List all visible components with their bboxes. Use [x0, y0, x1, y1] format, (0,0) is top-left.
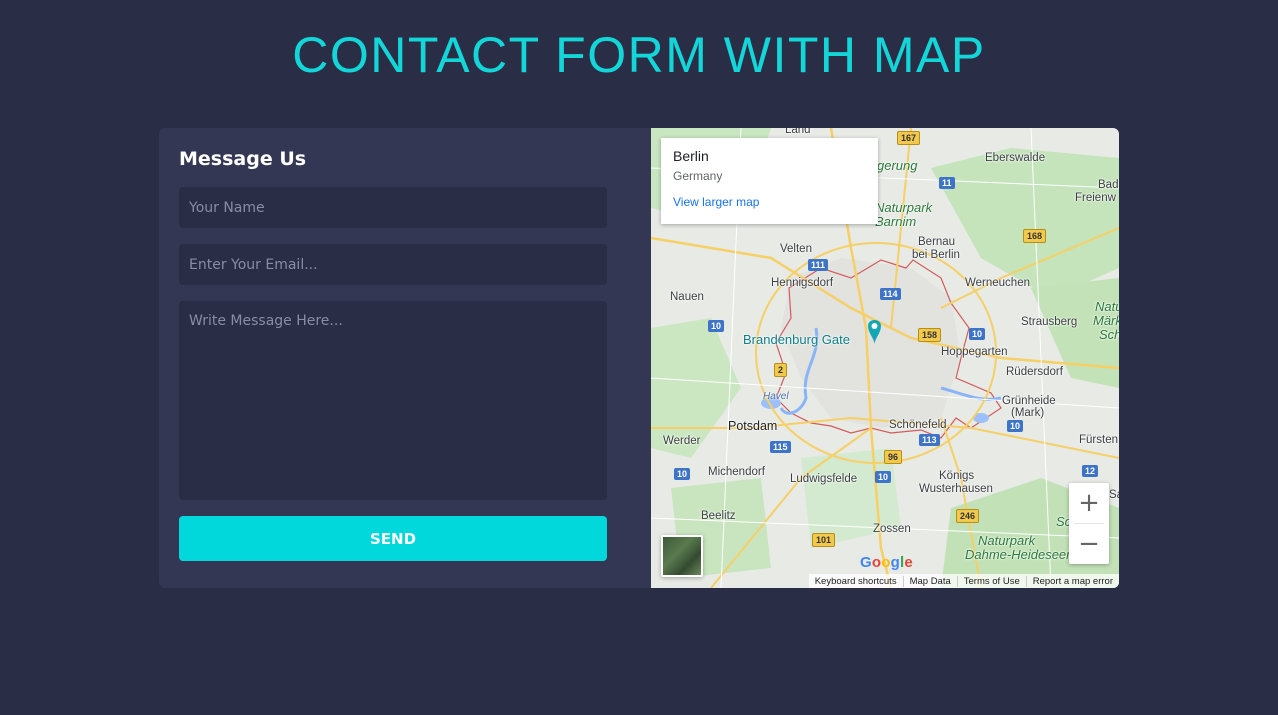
map-label-rudersdorf: Rüdersdorf [1006, 366, 1063, 378]
email-input[interactable] [179, 244, 607, 285]
map-label-natu: Natu [1095, 299, 1119, 314]
road-shield: 158 [918, 328, 942, 342]
map-label-naturpark-dahme: Naturpark [978, 533, 1036, 548]
road-shield: 167 [897, 131, 921, 145]
map-info-box: Berlin Germany View larger map [661, 138, 878, 224]
map-label-konigs: Königs [939, 470, 975, 482]
road-shield: 168 [1023, 229, 1047, 243]
map-label-werder: Werder [663, 435, 701, 447]
terms-of-use-link[interactable]: Terms of Use [956, 575, 1026, 587]
info-country: Germany [673, 169, 723, 183]
map-embed[interactable]: Land Eberswalde Bad Freienw gerung Natur… [651, 128, 1119, 588]
road-shield: 114 [880, 288, 901, 300]
map-label-mar: Märk [1093, 313, 1119, 328]
map-label-eberswalde: Eberswalde [985, 152, 1046, 164]
map-label-wusterhausen: Wusterhausen [919, 483, 993, 495]
zoom-controls: + − [1069, 483, 1109, 564]
road-shield: 11 [939, 177, 955, 189]
map-label-michendorf: Michendorf [708, 466, 765, 478]
road-shield: 2 [774, 363, 788, 377]
contact-card: Message Us SEND [159, 128, 1119, 588]
contact-form: Message Us SEND [179, 148, 607, 561]
road-shield: 10 [969, 328, 986, 340]
map-label-land: Land [785, 128, 811, 136]
map-label-sch: Sch [1099, 327, 1119, 342]
map-label-potsdam: Potsdam [728, 419, 778, 433]
map-label-dahme-heideseen: Dahme-Heideseen [965, 547, 1074, 562]
map-label-beelitz: Beelitz [701, 510, 736, 522]
map-label-brandenburg-gate[interactable]: Brandenburg Gate [743, 332, 850, 347]
map-label-bernau: Bernau [918, 236, 956, 248]
page-title: CONTACT FORM WITH MAP [292, 27, 986, 83]
map-label-gerung: gerung [877, 158, 918, 173]
road-shield: 10 [708, 320, 725, 332]
info-city: Berlin [673, 148, 709, 164]
map-label-fursten: Fürsten [1079, 434, 1118, 446]
google-logo: Google [860, 554, 913, 571]
map-label-barnim: Barnim [875, 214, 917, 229]
map-attribution: Keyboard shortcuts Map Data Terms of Use… [808, 574, 1119, 588]
map-label-sa: Sa [1109, 489, 1119, 501]
view-larger-map-link[interactable]: View larger map [673, 195, 866, 209]
road-shield: 10 [674, 468, 691, 480]
satellite-toggle-button[interactable] [661, 535, 703, 577]
map-label-grunheide: Grünheide [1002, 395, 1056, 407]
keyboard-shortcuts-link[interactable]: Keyboard shortcuts [809, 576, 903, 587]
road-shield: 101 [812, 533, 836, 547]
road-shield: 96 [884, 450, 903, 464]
map-label-hoppegarten: Hoppegarten [941, 346, 1008, 358]
map-label-zossen: Zossen [873, 523, 911, 535]
map-label-hennigsdorf: Hennigsdorf [771, 277, 834, 289]
road-shield: 12 [1082, 465, 1099, 477]
form-title: Message Us [179, 148, 307, 170]
road-shield: 111 [808, 259, 829, 271]
map-label-naturpark-barnim: Naturpark [875, 200, 933, 215]
map-data-link[interactable]: Map Data [902, 575, 957, 587]
map-label-bei-berlin: bei Berlin [912, 249, 960, 261]
map-label-velten: Velten [780, 243, 812, 255]
map-label-ludwigsfelde: Ludwigsfelde [790, 473, 858, 485]
message-textarea[interactable] [179, 301, 607, 500]
road-shield: 10 [1007, 420, 1024, 432]
map-label-werneuchen: Werneuchen [965, 277, 1030, 289]
map-label-strausberg: Strausberg [1021, 316, 1078, 328]
send-button[interactable]: SEND [179, 516, 607, 561]
map-label-schonefeld: Schönefeld [889, 419, 947, 431]
road-shield: 113 [919, 434, 940, 446]
road-shield: 246 [956, 509, 980, 523]
zoom-in-button[interactable]: + [1069, 483, 1109, 523]
map-label-havel: Havel [763, 391, 789, 402]
map-label-mark: (Mark) [1011, 407, 1045, 419]
map-label-nauen: Nauen [670, 291, 704, 303]
zoom-out-button[interactable]: − [1069, 524, 1109, 564]
road-shield: 10 [875, 471, 892, 483]
road-shield: 115 [770, 441, 791, 453]
report-map-error-link[interactable]: Report a map error [1025, 575, 1119, 587]
name-input[interactable] [179, 187, 607, 228]
map-label-bad: Bad [1098, 179, 1119, 191]
map-label-freienw: Freienw [1075, 192, 1116, 204]
